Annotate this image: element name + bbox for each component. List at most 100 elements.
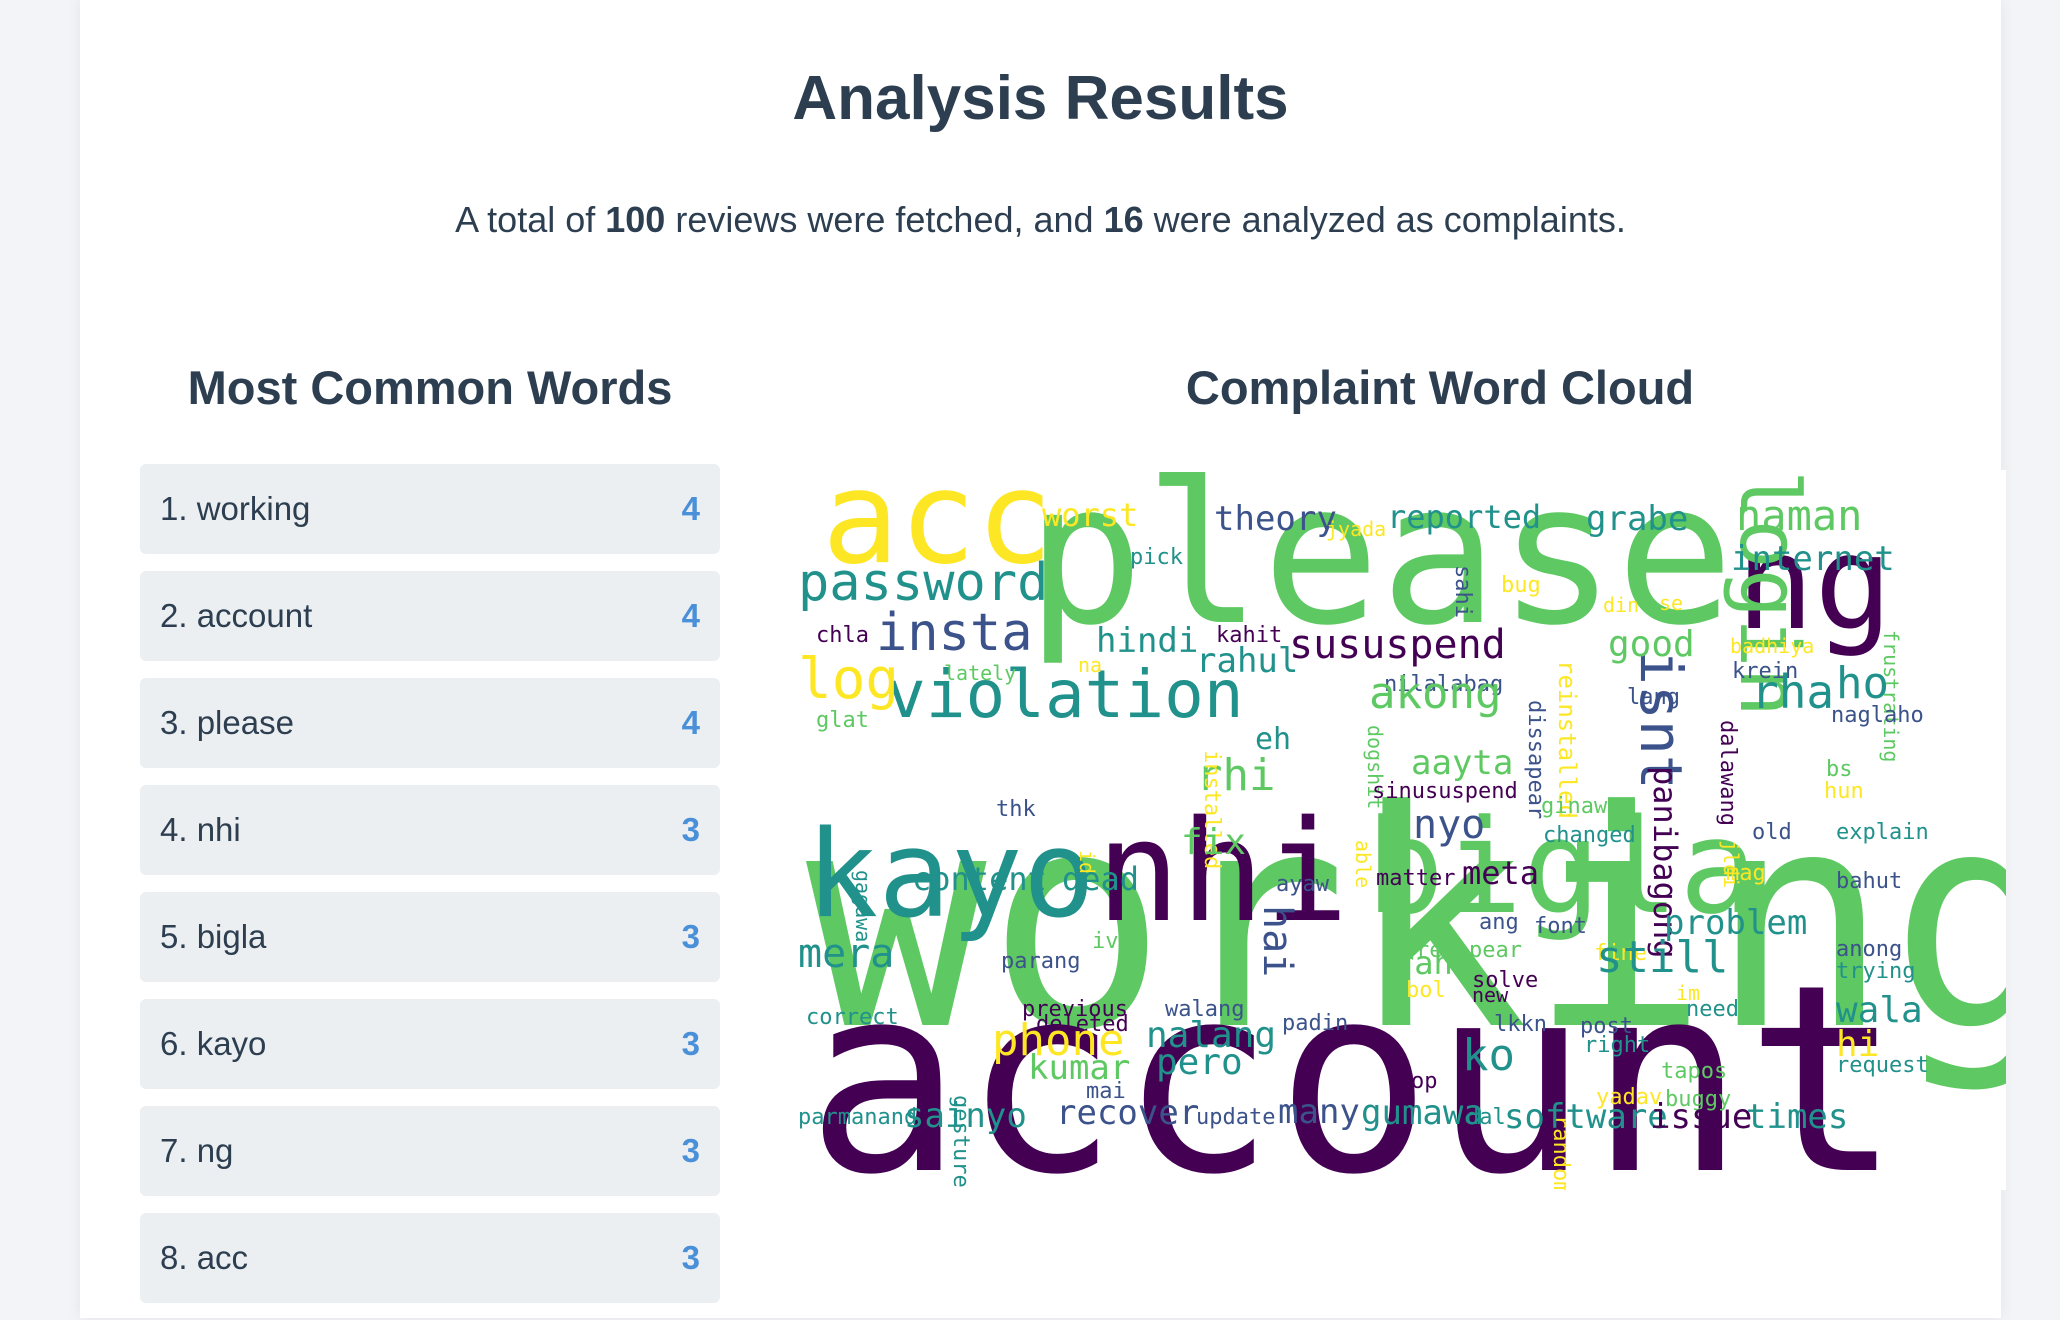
cloud-word-need: need xyxy=(1686,997,1739,1022)
cloud-word-bol: bol xyxy=(1406,978,1446,1003)
cloud-word-update: update xyxy=(1196,1105,1275,1130)
cloud-word-thk: thk xyxy=(996,797,1036,822)
cloud-word-naman: naman xyxy=(1736,491,1862,540)
cloud-word-violation: violation xyxy=(886,656,1244,733)
word-label: 2. account xyxy=(160,597,313,634)
cloud-word-matter: matter xyxy=(1376,866,1455,891)
cloud-word-theory: theory xyxy=(1214,499,1337,539)
word-label: 5. bigla xyxy=(160,918,267,955)
results-card: Analysis Results A total of 100 reviews … xyxy=(80,0,2006,1318)
word-count: 3 xyxy=(681,811,700,848)
word-cloud-svg: workingaccountpleaseaccnhi biglakayonglog… xyxy=(798,470,2006,1190)
word-count: 3 xyxy=(681,1239,700,1276)
cloud-word-padin: padin xyxy=(1282,1011,1348,1036)
cloud-word-akong: akong xyxy=(1369,668,1501,719)
cloud-word-naglaho: naglaho xyxy=(1831,703,1924,728)
cloud-word-font: font xyxy=(1534,914,1587,939)
summary-prefix: A total of xyxy=(455,199,606,240)
cloud-word-jyada: jyada xyxy=(1326,517,1386,541)
word-item: 5. bigla 3 xyxy=(140,892,720,982)
cloud-word-correct: correct xyxy=(806,1005,899,1030)
cloud-word-pick: pick xyxy=(1130,545,1183,570)
cloud-word-good: good xyxy=(1608,624,1695,665)
cloud-word-lang: lang xyxy=(1627,685,1680,710)
total-reviews-count: 100 xyxy=(605,199,666,240)
cloud-word-ayaw: ayaw xyxy=(1276,872,1330,897)
cloud-word-fix: fix xyxy=(1181,822,1246,863)
word-item: 4. nhi 3 xyxy=(140,785,720,875)
cloud-word-hai: hai xyxy=(1254,905,1300,977)
cloud-word-times: times xyxy=(1746,1097,1848,1137)
cloud-word-issue: issue xyxy=(1650,1097,1752,1137)
cloud-word-pero: pero xyxy=(1156,1042,1243,1083)
word-item: 8. acc 3 xyxy=(140,1213,720,1303)
cloud-word-explain: explain xyxy=(1836,820,1929,845)
cloud-word-ive: ive xyxy=(1092,929,1132,954)
cloud-word-meta: meta xyxy=(1462,854,1539,892)
cloud-word-many: many xyxy=(1278,1092,1360,1132)
cloud-word-software: software xyxy=(1504,1097,1668,1137)
summary-middle: reviews were fetched, and xyxy=(665,199,1104,240)
word-item: 2. account 4 xyxy=(140,571,720,661)
cloud-word-request: request xyxy=(1836,1053,1929,1078)
cloud-word-se: se xyxy=(1659,591,1683,615)
word-item: 3. please 4 xyxy=(140,678,720,768)
word-label: 3. please xyxy=(160,704,294,741)
word-count: 4 xyxy=(681,490,700,527)
word-label: 4. nhi xyxy=(160,811,241,848)
word-item: 1. working 4 xyxy=(140,464,720,554)
cloud-word-sinususpend: sinususpend xyxy=(1372,779,1518,804)
cloud-word-still: still xyxy=(1596,932,1728,983)
cloud-word-raha: raha xyxy=(1395,944,1472,982)
summary-suffix: were analyzed as complaints. xyxy=(1143,199,1626,240)
cloud-word-sususpend: sususpend xyxy=(1289,622,1506,668)
cloud-word-mag: mag xyxy=(1726,861,1766,886)
cloud-word-content: content xyxy=(912,860,1047,898)
cloud-word-old: old xyxy=(1752,820,1792,845)
cloud-word-sainyo: sainyo xyxy=(904,1096,1027,1136)
cloud-word-lately: lately xyxy=(944,661,1016,685)
cloud-word-nyo: nyo xyxy=(1413,802,1485,848)
cloud-word-badhiya: badhiya xyxy=(1730,634,1814,658)
word-item: 6. kayo 3 xyxy=(140,999,720,1089)
cloud-word-dalawang: dalawang xyxy=(1715,720,1740,826)
word-count: 4 xyxy=(681,597,700,634)
word-label: 1. working xyxy=(160,490,311,527)
cloud-word-chla: chla xyxy=(816,623,869,648)
word-label: 6. kayo xyxy=(160,1025,267,1062)
cloud-word-dead: dead xyxy=(1062,860,1139,898)
cloud-word-dal: dal xyxy=(1466,1105,1506,1130)
cloud-word-recover: recover xyxy=(1056,1093,1199,1133)
cloud-word-log: log xyxy=(798,647,899,712)
cloud-word-aayta: aayta xyxy=(1411,743,1513,783)
cloud-word-new: new xyxy=(1472,983,1509,1007)
word-label: 7. ng xyxy=(160,1132,234,1169)
cloud-word-parang: parang xyxy=(1001,949,1080,974)
cloud-word-op: op xyxy=(1411,1069,1438,1094)
cloud-word-hun: hun xyxy=(1824,779,1864,804)
cloud-word-rha: rha xyxy=(1751,665,1834,719)
cloud-word-internet: internet xyxy=(1731,539,1895,579)
cloud-word-ho: ho xyxy=(1836,658,1889,709)
cloud-word-ko: ko xyxy=(1462,1030,1515,1081)
common-words-title: Most Common Words xyxy=(187,361,673,414)
cloud-word-insta: insta xyxy=(876,603,1033,663)
cloud-word-able: able xyxy=(1351,840,1375,888)
cloud-word-bahut: bahut xyxy=(1836,869,1902,894)
cloud-word-tapos: tapos xyxy=(1661,1059,1727,1084)
cloud-word-changed: changed xyxy=(1543,823,1636,848)
page-title: Analysis Results xyxy=(792,64,1289,133)
cloud-word-right: right xyxy=(1584,1033,1650,1058)
cloud-word-ang: ang xyxy=(1479,910,1519,935)
cloud-word-grabe: grabe xyxy=(1586,499,1688,539)
cloud-word-worst: worst xyxy=(1042,496,1138,534)
cloud-word-parmanand: parmanand xyxy=(798,1105,917,1130)
word-cloud-image: working account please acc nhi bigla kayo ng log… xyxy=(796,470,2006,1190)
cloud-word-kahit: kahit xyxy=(1216,623,1282,648)
word-count: 4 xyxy=(681,704,700,741)
cloud-word-din: din xyxy=(1603,593,1639,617)
summary-text: A total of 100 reviews were fetched, and… xyxy=(80,198,2001,242)
cloud-word-glat: glat xyxy=(816,708,869,733)
word-cloud-title: Complaint Word Cloud xyxy=(1185,361,1695,414)
cloud-word-hindi: hindi xyxy=(1096,621,1198,661)
